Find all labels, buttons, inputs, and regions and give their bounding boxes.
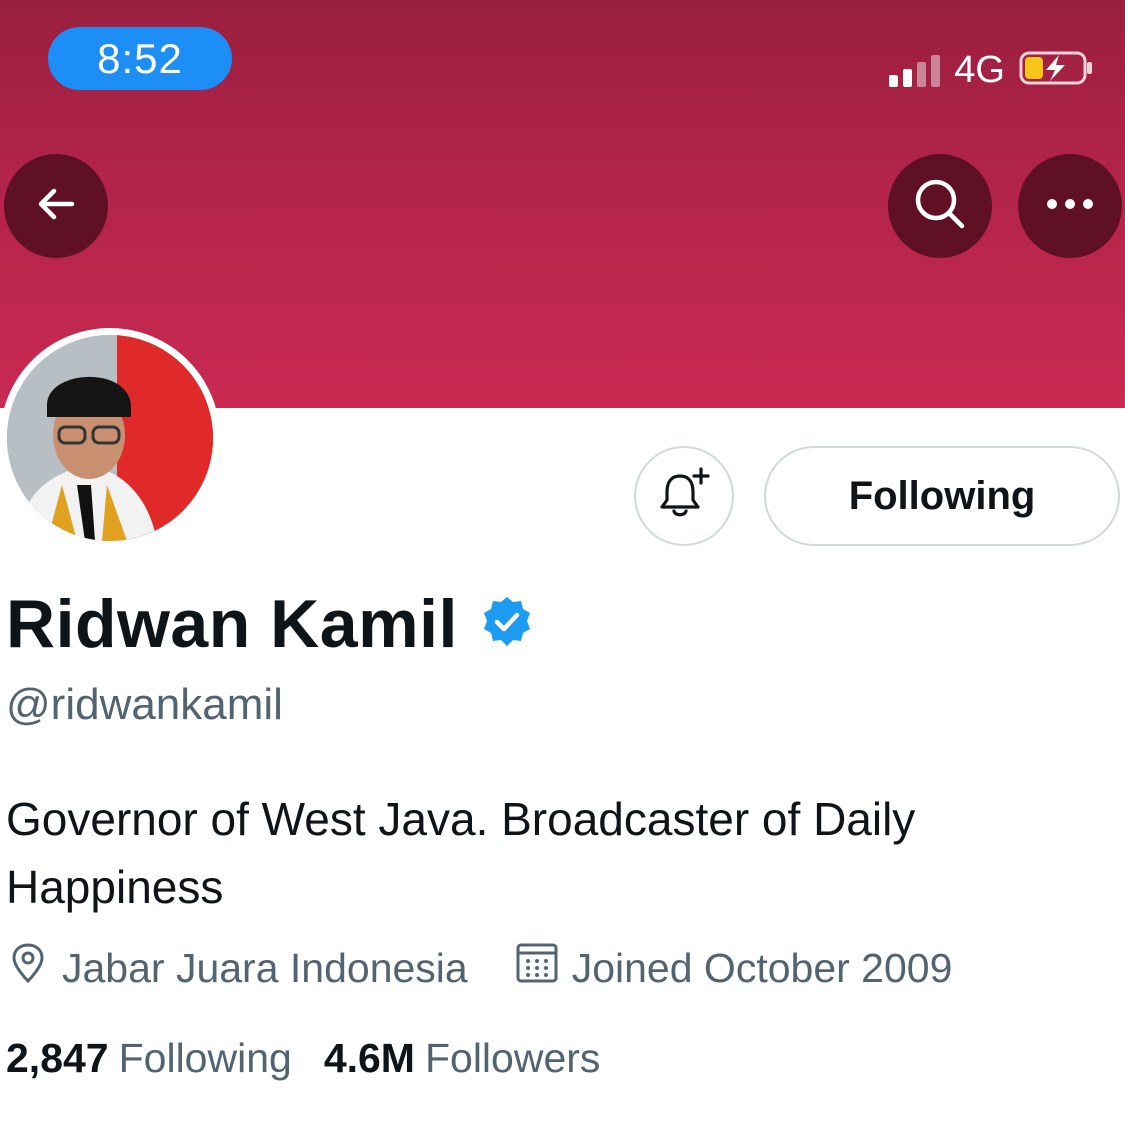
back-button[interactable] (4, 154, 108, 258)
status-time-text: 8:52 (97, 34, 183, 82)
signal-strength-icon (889, 53, 941, 87)
profile-location-text: Jabar Juara Indonesia (62, 944, 468, 991)
profile-joined-text: Joined October 2009 (571, 944, 953, 991)
bell-plus-icon (656, 466, 712, 527)
followers-label: Followers (424, 1035, 601, 1081)
network-type: 4G (954, 48, 1005, 91)
status-time: 8:52 (48, 27, 232, 90)
more-horizontal-icon (1045, 197, 1095, 216)
search-button[interactable] (888, 154, 992, 258)
profile-meta: Jabar Juara Indonesia Joined October 200… (6, 940, 998, 996)
location-pin-icon (6, 941, 50, 995)
avatar[interactable] (0, 328, 220, 548)
calendar-icon (514, 940, 560, 996)
following-count: 2,847 (6, 1035, 109, 1081)
followers-stat[interactable]: 4.6M Followers (324, 1035, 601, 1082)
more-options-button[interactable] (1018, 154, 1122, 258)
arrow-left-icon (32, 180, 80, 233)
battery-charging-low-icon (1019, 50, 1095, 91)
verified-badge-icon[interactable] (480, 595, 534, 654)
profile-name-row: Ridwan Kamil (6, 585, 534, 663)
profile-bio: Governor of West Java. Broadcaster of Da… (6, 793, 916, 913)
profile-location: Jabar Juara Indonesia (6, 941, 468, 995)
following-label: Following (118, 1035, 292, 1081)
profile-handle: @ridwankamil (6, 680, 283, 729)
profile-name: Ridwan Kamil (6, 586, 458, 662)
following-button-label: Following (848, 473, 1036, 518)
following-stat[interactable]: 2,847 Following (6, 1035, 292, 1082)
notify-button[interactable] (634, 446, 734, 546)
status-indicators: 4G (889, 45, 1095, 95)
search-icon (912, 176, 968, 237)
profile-stats: 2,847 Following 4.6M Followers (6, 1035, 632, 1082)
profile-joined: Joined October 2009 (514, 940, 953, 996)
avatar-photo (7, 335, 213, 541)
followers-count: 4.6M (323, 1035, 415, 1081)
following-button[interactable]: Following (764, 446, 1120, 546)
